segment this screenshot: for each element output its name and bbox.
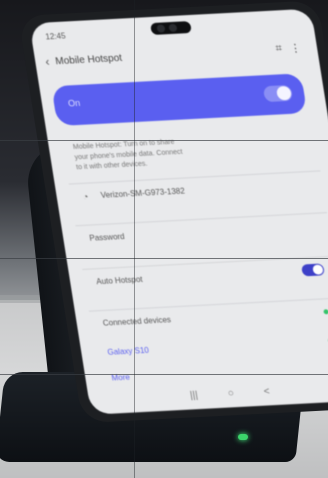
- header-actions: ⌗ ⋮: [275, 41, 302, 55]
- scan-line: [0, 258, 328, 259]
- switch-knob: [275, 85, 293, 101]
- password-row[interactable]: Password: [75, 212, 328, 253]
- hotspot-description: Mobile Hotspot: Turn on to share your ph…: [72, 133, 276, 173]
- page-title: Mobile Hotspot: [54, 52, 123, 67]
- header: ‹ Mobile Hotspot: [44, 51, 123, 68]
- back-arrow-icon[interactable]: ‹: [44, 54, 50, 68]
- hotspot-toggle-card[interactable]: On: [51, 73, 308, 127]
- camera-lens-icon: [156, 24, 166, 33]
- recent-apps-button[interactable]: |||: [189, 390, 199, 401]
- front-camera: [150, 21, 192, 36]
- status-dot: [323, 309, 328, 315]
- auto-hotspot-switch[interactable]: [301, 263, 325, 277]
- device-name: Galaxy S10: [106, 345, 150, 357]
- auto-hotspot-row[interactable]: Auto Hotspot: [82, 255, 328, 296]
- status-bar-time: 12:45: [44, 31, 67, 42]
- auto-hotspot-label: Auto Hotspot: [95, 274, 144, 287]
- qr-icon[interactable]: ⌗: [275, 42, 283, 55]
- hotspot-switch[interactable]: [262, 84, 294, 103]
- password-label: Password: [88, 231, 126, 243]
- scan-line: [0, 374, 328, 375]
- home-button[interactable]: ○: [227, 388, 235, 399]
- connected-devices-label: Connected devices: [102, 315, 172, 328]
- charger-led: [238, 434, 248, 440]
- network-name: Verizon-SM-G973-1382: [100, 186, 186, 200]
- hotspot-toggle-label: On: [67, 97, 81, 109]
- wifi-icon: ◔: [82, 191, 90, 202]
- more-options-icon[interactable]: ⋮: [289, 41, 302, 54]
- scan-line-vertical: [134, 0, 135, 478]
- scan-line: [0, 140, 328, 141]
- network-name-row[interactable]: ◔ Verizon-SM-G973-1382: [68, 170, 325, 211]
- camera-lens-icon: [168, 23, 178, 33]
- back-button[interactable]: <: [263, 386, 271, 397]
